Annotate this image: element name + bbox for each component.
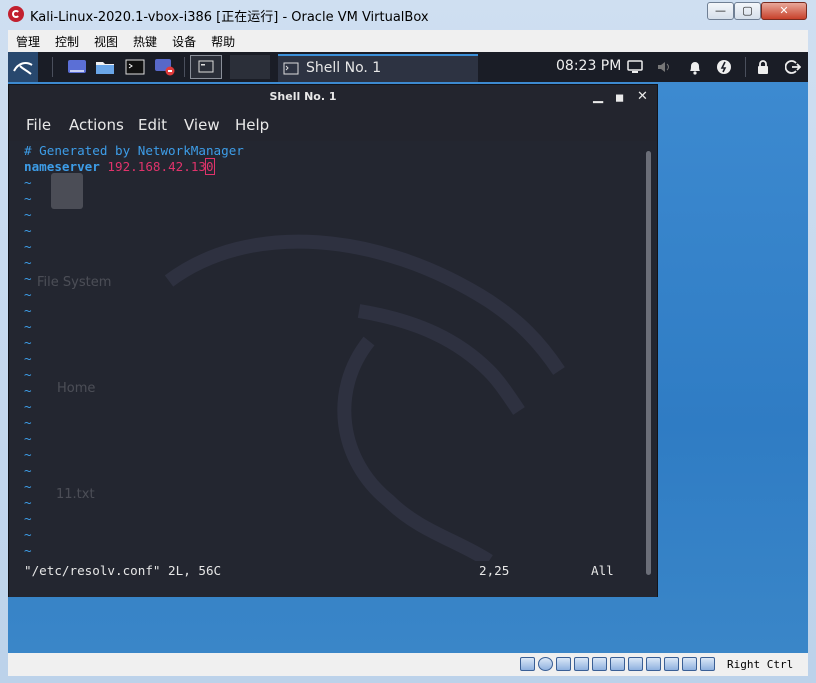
volume-icon[interactable] xyxy=(656,58,674,76)
host-key-label: Right Ctrl xyxy=(727,658,794,671)
display-icon[interactable] xyxy=(626,58,644,76)
vim-tilde-line: ~ xyxy=(24,463,32,478)
optical-drive-icon[interactable] xyxy=(538,657,553,671)
vbox-menubar: 管理 控制 视图 热键 设备 帮助 xyxy=(8,30,808,52)
cpu-icon[interactable] xyxy=(664,657,679,671)
terminal-menu-edit[interactable]: Edit xyxy=(138,116,167,134)
virtualbox-app-icon xyxy=(8,6,24,22)
terminal-menu-file[interactable]: File xyxy=(26,116,51,134)
terminal-icon[interactable] xyxy=(122,55,148,79)
vim-line-2: nameserver 192.168.42.130 xyxy=(24,158,244,175)
terminal-title: Shell No. 1 xyxy=(269,90,337,103)
vim-keyword: nameserver xyxy=(24,159,100,174)
kali-dragon-icon[interactable] xyxy=(8,52,38,82)
power-icon[interactable] xyxy=(715,58,733,76)
vim-tilde-line: ~ xyxy=(24,447,32,462)
vim-empty-lines: ~ ~ ~ ~ ~ ~ ~ ~ ~ ~ ~ ~ ~ ~ ~ ~ ~ ~ ~ ~ ~ ~ ~ ~ xyxy=(24,175,244,559)
vim-tilde-line: ~ xyxy=(24,223,32,238)
vim-tilde-line: ~ xyxy=(24,319,32,334)
terminal-minimize-icon[interactable]: ▁ xyxy=(593,89,603,104)
terminal-menu-help[interactable]: Help xyxy=(235,116,269,134)
keyboard-icon[interactable] xyxy=(700,657,715,671)
vim-editor-text[interactable]: # Generated by NetworkManager nameserver … xyxy=(24,143,244,559)
vim-status-file: "/etc/resolv.conf" 2L, 56C xyxy=(24,563,222,578)
audio-icon[interactable] xyxy=(556,657,571,671)
terminal-menubar: File Actions Edit View Help xyxy=(9,109,657,139)
terminal-menu-view[interactable]: View xyxy=(184,116,220,134)
hdd-icon[interactable] xyxy=(520,657,535,671)
vim-tilde-line: ~ xyxy=(24,335,32,350)
video-capture-icon[interactable] xyxy=(646,657,661,671)
vim-comment: # Generated by NetworkManager xyxy=(24,143,244,158)
desktop-icon[interactable] xyxy=(64,55,90,79)
menu-control[interactable]: 控制 xyxy=(47,30,86,50)
workspace-2[interactable] xyxy=(230,55,270,79)
vim-tilde-line: ~ xyxy=(24,367,32,382)
vim-cursor: 0 xyxy=(205,158,215,175)
vim-ip: 192.168.42.13 xyxy=(107,159,206,174)
screen-recorder-icon[interactable] xyxy=(152,55,178,79)
clock[interactable]: 08:23 PM xyxy=(556,58,621,74)
guest-screen[interactable]: Shell No. 1 08:23 PM Shell No. 1 ▁ ◼ ✕ F… xyxy=(8,52,808,653)
logout-icon[interactable] xyxy=(784,58,802,76)
vim-tilde-line: ~ xyxy=(24,175,32,190)
vim-tilde-line: ~ xyxy=(24,255,32,270)
vim-tilde-line: ~ xyxy=(24,415,32,430)
terminal-menu-actions[interactable]: Actions xyxy=(69,116,124,134)
folder-icon[interactable] xyxy=(92,55,118,79)
workspace-icon[interactable] xyxy=(190,55,222,79)
vbox-statusbar: Right Ctrl xyxy=(8,653,808,676)
menu-devices[interactable]: 设备 xyxy=(164,30,203,50)
vim-tilde-line: ~ xyxy=(24,511,32,526)
terminal-titlebar[interactable]: Shell No. 1 ▁ ◼ ✕ xyxy=(9,85,657,109)
vim-line-1: # Generated by NetworkManager xyxy=(24,143,244,159)
vim-status-percent: All xyxy=(591,563,614,578)
vim-tilde-line: ~ xyxy=(24,431,32,446)
vim-tilde-line: ~ xyxy=(24,383,32,398)
terminal-close-icon[interactable]: ✕ xyxy=(637,89,648,104)
mouse-integration-icon[interactable] xyxy=(682,657,697,671)
minimize-button[interactable]: — xyxy=(707,2,734,20)
kali-top-panel: Shell No. 1 08:23 PM xyxy=(8,52,808,82)
vim-tilde-line: ~ xyxy=(24,495,32,510)
display-status-icon[interactable] xyxy=(628,657,643,671)
vim-tilde-line: ~ xyxy=(24,527,32,542)
close-button[interactable]: ✕ xyxy=(761,2,807,20)
vim-tilde-line: ~ xyxy=(24,207,32,222)
panel-separator xyxy=(52,57,53,77)
vim-tilde-line: ~ xyxy=(24,543,32,558)
taskbar-shell-button[interactable]: Shell No. 1 xyxy=(278,54,478,82)
bell-icon[interactable] xyxy=(686,58,704,76)
title-bar: Kali-Linux-2020.1-vbox-i386 [正在运行] - Ora… xyxy=(0,0,816,30)
terminal-window[interactable]: Shell No. 1 ▁ ◼ ✕ File Actions Edit View… xyxy=(8,84,658,597)
vim-tilde-line: ~ xyxy=(24,351,32,366)
window-title: Kali-Linux-2020.1-vbox-i386 [正在运行] - Ora… xyxy=(30,10,429,25)
virtualbox-window: Kali-Linux-2020.1-vbox-i386 [正在运行] - Ora… xyxy=(0,0,816,683)
vim-tilde-line: ~ xyxy=(24,191,32,206)
terminal-maximize-icon[interactable]: ◼ xyxy=(615,91,624,104)
terminal-task-icon xyxy=(283,62,299,75)
vim-tilde-line: ~ xyxy=(24,239,32,254)
terminal-scrollbar[interactable] xyxy=(646,151,651,575)
usb-icon[interactable] xyxy=(592,657,607,671)
lock-icon[interactable] xyxy=(754,58,772,76)
menu-help[interactable]: 帮助 xyxy=(203,30,242,50)
menu-manage[interactable]: 管理 xyxy=(8,30,47,50)
vim-status-position: 2,25 xyxy=(479,563,510,578)
terminal-body[interactable]: File System Home 11.txt # Generated by N… xyxy=(9,141,657,597)
panel-separator xyxy=(745,57,746,77)
vim-tilde-line: ~ xyxy=(24,287,32,302)
network-icon[interactable] xyxy=(574,657,589,671)
vim-tilde-line: ~ xyxy=(24,399,32,414)
shared-folder-icon[interactable] xyxy=(610,657,625,671)
menu-hotkey[interactable]: 热键 xyxy=(125,30,164,50)
vim-tilde-line: ~ xyxy=(24,271,32,286)
vim-tilde-line: ~ xyxy=(24,303,32,318)
taskbar-shell-label: Shell No. 1 xyxy=(306,60,382,76)
panel-separator xyxy=(184,57,185,77)
menu-view[interactable]: 视图 xyxy=(86,30,125,50)
maximize-button[interactable]: ▢ xyxy=(734,2,761,20)
vim-tilde-line: ~ xyxy=(24,479,32,494)
